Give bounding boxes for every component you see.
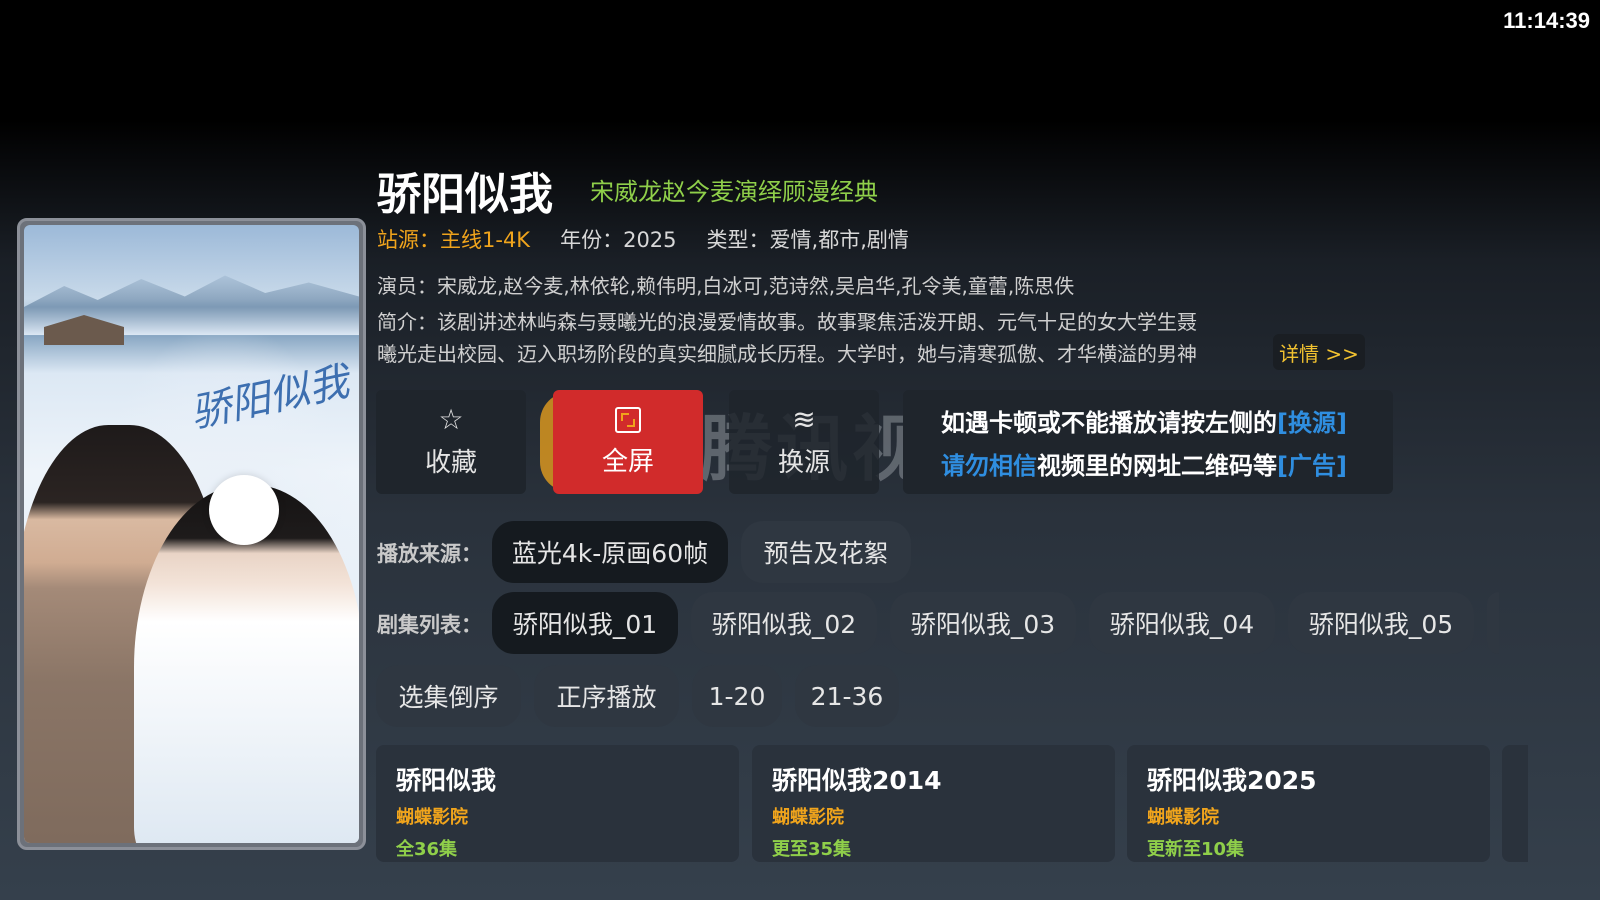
episode-item[interactable]: 骄阳似我_04: [1089, 592, 1275, 654]
play-source-option-bluray[interactable]: 蓝光4k-原画60帧: [492, 521, 728, 583]
notice-line-2-prefix: 请勿相信: [941, 452, 1037, 480]
episode-item[interactable]: 骄阳似我_02: [691, 592, 877, 654]
related-card-count: 全36集: [396, 839, 458, 860]
notice-ad-link: [广告]: [1277, 452, 1347, 480]
fullscreen-button[interactable]: 全屏: [553, 390, 703, 494]
poster-image: 骄阳似我: [24, 225, 359, 843]
status-clock: 11:14:39: [1503, 8, 1590, 33]
related-card-title: 骄阳似我: [396, 766, 497, 795]
episode-item[interactable]: 骄阳似我_03: [890, 592, 1076, 654]
related-card-source: 蝴蝶影院: [772, 807, 844, 828]
related-card-title: 骄阳似我2025: [1147, 766, 1317, 795]
related-card-title: 骄阳似我2014: [772, 766, 942, 795]
related-card-source: 蝴蝶影院: [1147, 807, 1219, 828]
notice-line-1-text: 如遇卡顿或不能播放请按左侧的: [941, 409, 1277, 437]
play-source-option-trailer[interactable]: 预告及花絮: [741, 521, 911, 583]
episode-item-partial[interactable]: [1487, 592, 1499, 654]
play-source-label: 播放来源：: [377, 542, 482, 566]
related-card-source: 蝴蝶影院: [396, 807, 468, 828]
switch-source-button[interactable]: ≋ 换源: [729, 390, 879, 494]
intro-line-1: 简介：该剧讲述林屿森与聂曦光的浪漫爱情故事。故事聚焦活泼开朗、元气十足的女大学生…: [377, 310, 1197, 334]
notice-switch-source-link: [换源]: [1277, 409, 1347, 437]
related-card-count: 更至35集: [772, 839, 852, 860]
notice-line-2: 请勿相信视频里的网址二维码等[广告]: [941, 445, 1393, 488]
favorite-button[interactable]: ☆ 收藏: [376, 390, 526, 494]
related-card[interactable]: 骄阳似我2025 蝴蝶影院 更新至10集: [1127, 745, 1490, 862]
cast-list: 演员：宋威龙,赵今麦,林依轮,赖伟明,白冰可,范诗然,吴启华,孔令美,童蕾,陈思…: [377, 274, 1075, 298]
meta-row: 站源：主线1-4K 年份：2025 类型：爱情,都市,剧情: [377, 224, 909, 254]
layers-icon: ≋: [792, 402, 816, 436]
episode-list-label: 剧集列表：: [377, 613, 482, 637]
fullscreen-label: 全屏: [601, 446, 654, 477]
meta-source: 站源：主线1-4K: [377, 228, 531, 252]
intro-line-2: 曦光走出校园、迈入职场阶段的真实细腻成长历程。大学时，她与清寒孤傲、才华横溢的男…: [377, 342, 1197, 366]
episode-item[interactable]: 骄阳似我_01: [492, 592, 678, 654]
intro-text: 简介：该剧讲述林屿森与聂曦光的浪漫爱情故事。故事聚焦活泼开朗、元气十足的女大学生…: [377, 306, 1267, 370]
poster-earmuff: [209, 475, 279, 545]
episode-item[interactable]: 骄阳似我_05: [1288, 592, 1474, 654]
poster-calligraphy: 骄阳似我: [186, 358, 353, 438]
page-title: 骄阳似我: [377, 169, 553, 220]
notice-line-1: 如遇卡顿或不能播放请按左侧的[换源]: [941, 402, 1393, 445]
range-1-20-button[interactable]: 1-20: [692, 665, 782, 727]
meta-year: 年份：2025: [560, 228, 677, 252]
forward-play-button[interactable]: 正序播放: [534, 665, 679, 727]
favorite-label: 收藏: [424, 447, 477, 478]
related-card[interactable]: 骄阳似我2014 蝴蝶影院 更至35集: [752, 745, 1115, 862]
related-card-count: 更新至10集: [1147, 839, 1245, 860]
meta-genre: 类型：爱情,都市,剧情: [706, 228, 909, 252]
notice-line-2-text: 视频里的网址二维码等: [1037, 452, 1277, 480]
details-button[interactable]: 详情 >>: [1273, 334, 1365, 370]
reverse-order-button[interactable]: 选集倒序: [376, 665, 521, 727]
related-card[interactable]: 骄阳似我 蝴蝶影院 全36集: [376, 745, 739, 862]
switch-source-label: 换源: [777, 447, 830, 478]
poster-frame: 骄阳似我: [17, 218, 366, 850]
page-subtitle: 宋威龙赵今麦演绎顾漫经典: [590, 178, 878, 206]
range-21-36-button[interactable]: 21-36: [795, 665, 899, 727]
star-icon: ☆: [438, 402, 464, 436]
fullscreen-icon: [615, 406, 641, 433]
related-card-partial[interactable]: [1502, 745, 1528, 862]
notice-panel: 如遇卡顿或不能播放请按左侧的[换源] 请勿相信视频里的网址二维码等[广告]: [903, 390, 1393, 494]
